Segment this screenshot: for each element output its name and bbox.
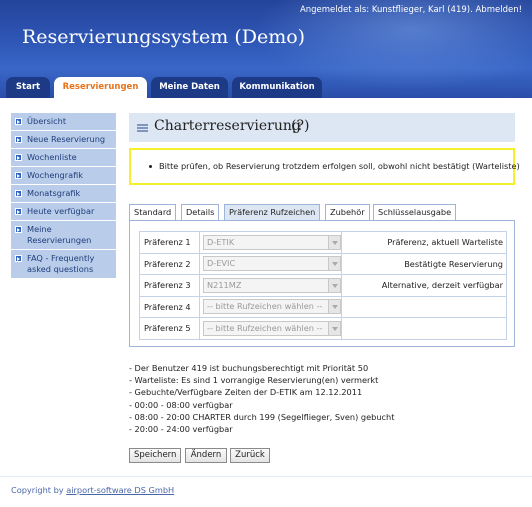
select-value: D-EVIC [207, 258, 236, 269]
sidebar-item-label: Neue Reservierung [27, 134, 106, 144]
tab-reservierungen[interactable]: Reservierungen [54, 77, 147, 98]
sidebar-item-label: Meine Reservierungen [27, 224, 92, 245]
preference-select-cell: -- bitte Rufzeichen wählen -- [199, 295, 342, 318]
select-value: -- bitte Rufzeichen wählen -- [207, 322, 323, 333]
chevron-down-icon [328, 257, 340, 271]
footer-divider [0, 476, 532, 477]
preferences-panel: Präferenz 1 D-ETIK Präferenz, aktuell Wa… [129, 220, 515, 347]
preference-1-select[interactable]: D-ETIK [203, 234, 341, 250]
chevron-down-icon [328, 300, 340, 314]
sidebar-item-label: FAQ - Frequently asked questions [27, 253, 95, 274]
page-title: Charterreservierung [154, 118, 301, 134]
login-info: Angemeldet als: Kunstflieger, Karl (419)… [300, 5, 522, 15]
back-button[interactable]: Zurück [230, 448, 270, 463]
help-link[interactable]: (?) [291, 118, 309, 134]
chevron-down-icon [328, 278, 340, 292]
sidebar-item-neue-reservierung[interactable]: Neue Reservierung [11, 131, 116, 149]
preferences-table: Präferenz 1 D-ETIK Präferenz, aktuell Wa… [139, 231, 507, 340]
table-row: Präferenz 1 D-ETIK Präferenz, aktuell Wa… [139, 231, 507, 254]
select-value: -- bitte Rufzeichen wählen -- [207, 301, 323, 312]
subtab-zubehoer[interactable]: Zubehör [325, 204, 370, 221]
preference-select-cell: -- bitte Rufzeichen wählen -- [199, 317, 342, 340]
info-line: - 00:00 - 08:00 verfügbar [129, 399, 233, 410]
preference-description: Bestätigte Reservierung [341, 252, 507, 275]
sidebar-item-wochengrafik[interactable]: Wochengrafik [11, 167, 116, 185]
arrow-bullet-icon [15, 136, 22, 143]
preference-4-select[interactable]: -- bitte Rufzeichen wählen -- [203, 299, 341, 315]
preference-2-select[interactable]: D-EVIC [203, 256, 341, 272]
tab-meine-daten[interactable]: Meine Daten [151, 77, 228, 98]
sidebar-item-label: Wochengrafik [27, 170, 84, 180]
tab-kommunikation[interactable]: Kommunikation [232, 77, 322, 98]
login-status: Angemeldet als: Kunstflieger, Karl (419)… [299, 5, 473, 15]
chevron-down-icon [328, 235, 340, 249]
page-title-bar: Charterreservierung (?) [129, 113, 515, 142]
sidebar-item-label: Monatsgrafik [27, 188, 81, 198]
sidebar-item-faq[interactable]: FAQ - Frequently asked questions [11, 250, 116, 279]
bullet-dot-icon [149, 165, 152, 168]
info-line: - Gebuchte/Verfügbare Zeiten der D-ETIK … [129, 387, 363, 398]
app-title: Reservierungssystem (Demo) [22, 26, 306, 48]
info-list: - Der Benutzer 419 ist buchungsberechtig… [129, 362, 394, 435]
company-link[interactable]: airport-software DS GmbH [66, 485, 174, 495]
chevron-down-icon [328, 321, 340, 335]
info-line: - 08:00 - 20:00 CHARTER durch 199 (Segel… [129, 411, 395, 422]
sidebar-item-wochenliste[interactable]: Wochenliste [11, 149, 116, 167]
sidebar-item-meine-reservierungen[interactable]: Meine Reservierungen [11, 221, 116, 250]
menu-lines-icon [137, 124, 148, 132]
preference-select-cell: D-EVIC [199, 252, 342, 275]
sidebar-item-label: Heute verfügbar [27, 206, 95, 216]
preference-label: Präferenz 1 [139, 231, 200, 254]
preference-3-select[interactable]: N211MZ [203, 277, 341, 293]
change-button[interactable]: Ändern [185, 448, 227, 463]
table-row: Präferenz 4 -- bitte Rufzeichen wählen -… [139, 295, 507, 318]
preference-5-select[interactable]: -- bitte Rufzeichen wählen -- [203, 320, 341, 336]
sidebar-item-label: Übersicht [27, 116, 67, 126]
preference-label: Präferenz 5 [139, 317, 200, 340]
arrow-bullet-icon [15, 255, 22, 262]
preference-select-cell: D-ETIK [199, 231, 342, 254]
sidebar-item-monatsgrafik[interactable]: Monatsgrafik [11, 185, 116, 203]
copyright-text: Copyright by [11, 485, 64, 495]
select-value: D-ETIK [207, 236, 235, 247]
tab-start[interactable]: Start [6, 77, 50, 98]
logout-link[interactable]: Abmelden! [475, 5, 522, 15]
info-line: - Warteliste: Es sind 1 vorrangige Reser… [129, 375, 379, 386]
select-value: N211MZ [207, 279, 242, 290]
preference-description [341, 317, 507, 340]
arrow-bullet-icon [15, 118, 22, 125]
subtab-details[interactable]: Details [181, 204, 220, 221]
arrow-bullet-icon [15, 208, 22, 215]
arrow-bullet-icon [15, 190, 22, 197]
preference-description: Präferenz, aktuell Warteliste [341, 231, 507, 254]
main-tabs: Start Reservierungen Meine Daten Kommuni… [0, 77, 532, 98]
sidebar-item-heute-verfuegbar[interactable]: Heute verfügbar [11, 203, 116, 221]
subtab-standard[interactable]: Standard [129, 204, 177, 221]
table-row: Präferenz 2 D-EVIC Bestätigte Reservieru… [139, 252, 507, 275]
arrow-bullet-icon [15, 172, 22, 179]
table-row: Präferenz 3 N211MZ Alternative, derzeit … [139, 274, 507, 297]
preference-label: Präferenz 3 [139, 274, 200, 297]
sidebar-item-uebersicht[interactable]: Übersicht [11, 113, 116, 131]
subtab-schluesselausgabe[interactable]: Schlüsselausgabe [373, 204, 457, 221]
copyright: Copyright by airport-software DS GmbH [11, 485, 174, 495]
subtab-praeferenz-rufzeichen[interactable]: Präferenz Rufzeichen [224, 204, 321, 221]
table-row: Präferenz 5 -- bitte Rufzeichen wählen -… [139, 317, 507, 340]
warning-message: Bitte prüfen, ob Reservierung trotzdem e… [159, 161, 520, 171]
info-line: - Der Benutzer 419 ist buchungsberechtig… [129, 363, 369, 373]
save-button[interactable]: Speichern [129, 448, 181, 463]
preference-select-cell: N211MZ [199, 274, 342, 297]
sidebar-item-label: Wochenliste [27, 152, 77, 162]
preference-label: Präferenz 2 [139, 252, 200, 275]
sidebar: Übersicht Neue Reservierung Wochenliste … [11, 113, 116, 279]
arrow-bullet-icon [15, 226, 22, 233]
preference-description [341, 295, 507, 318]
info-line: - 20:00 - 24:00 verfügbar [129, 424, 233, 435]
preference-label: Präferenz 4 [139, 295, 200, 318]
preference-description: Alternative, derzeit verfügbar [341, 274, 507, 297]
warning-box: Bitte prüfen, ob Reservierung trotzdem e… [129, 148, 520, 185]
arrow-bullet-icon [15, 154, 22, 161]
